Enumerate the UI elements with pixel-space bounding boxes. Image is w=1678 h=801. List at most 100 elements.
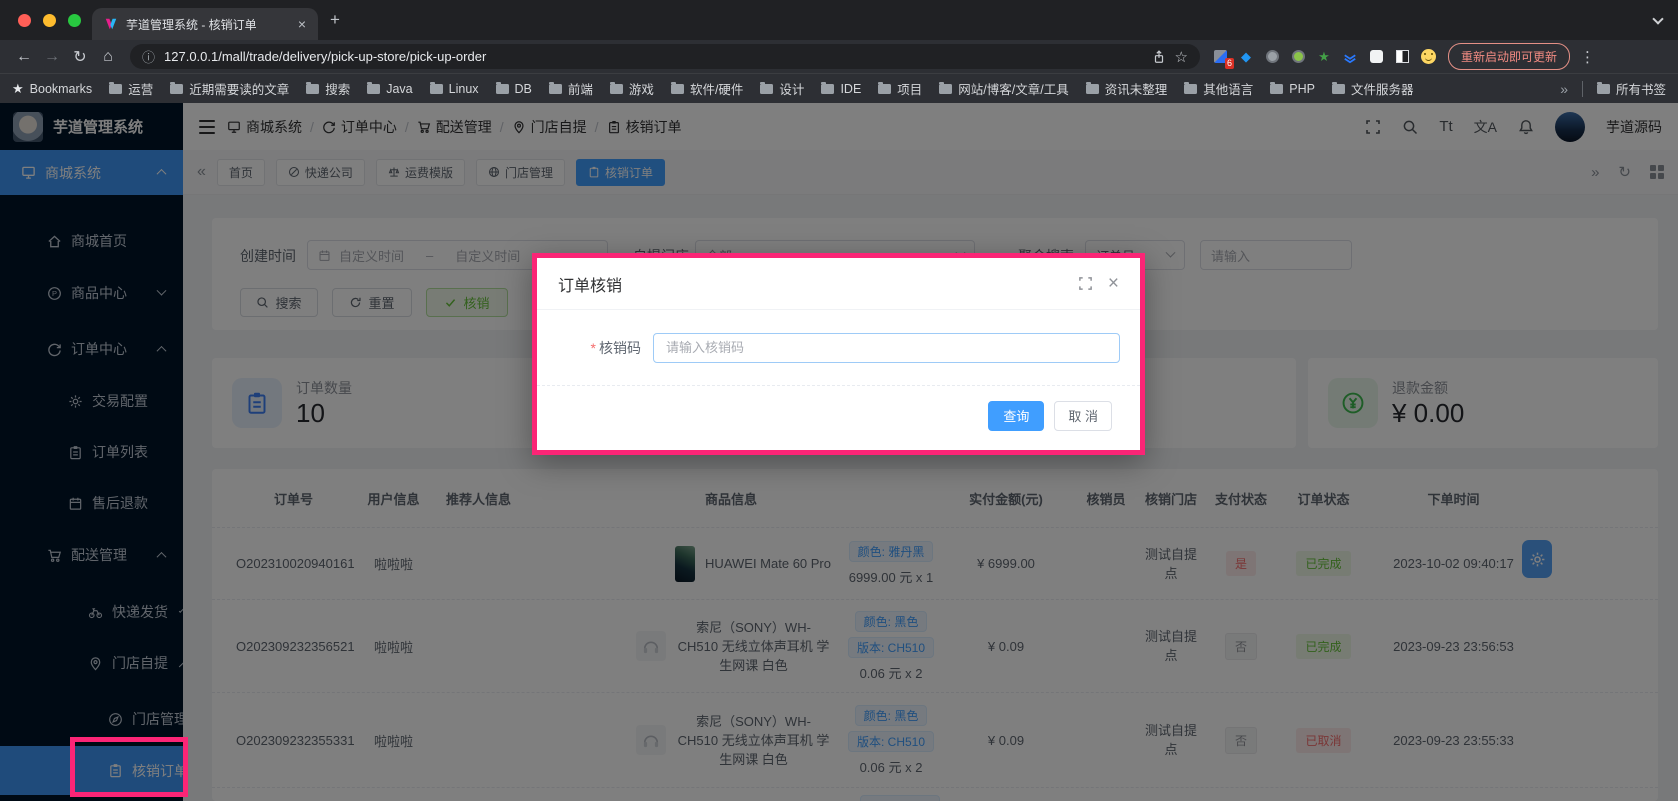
required-asterisk: *	[591, 340, 596, 356]
bookmark-folder[interactable]: 运营	[109, 79, 153, 98]
bookmark-folder[interactable]: 软件/硬件	[671, 79, 743, 98]
bookmark-folder[interactable]: 设计	[760, 79, 804, 98]
dialog-close-icon[interactable]: ×	[1108, 274, 1119, 293]
bookmark-label: DB	[515, 82, 532, 96]
verify-code-input[interactable]	[653, 333, 1120, 363]
window-chevron-icon[interactable]	[1652, 13, 1663, 24]
folder-icon	[610, 84, 623, 94]
field-label-text: 核销码	[599, 340, 641, 356]
bookmark-folder[interactable]: DB	[496, 82, 532, 96]
bookmark-star-icon[interactable]: ☆	[1175, 48, 1188, 66]
extension-icon-green-star[interactable]: ★	[1316, 49, 1332, 65]
folder-icon	[1332, 84, 1345, 94]
extension-icon-gray-circle[interactable]	[1264, 49, 1280, 65]
bookmark-label: PHP	[1289, 82, 1315, 96]
bookmark-folder[interactable]: 网站/博客/文章/工具	[939, 79, 1068, 98]
bookmark-folder[interactable]: 项目	[878, 79, 922, 98]
browser-tab[interactable]: 芋道管理系统 - 核销订单 ×	[92, 8, 318, 40]
close-window-button[interactable]	[18, 14, 31, 27]
all-bookmarks[interactable]: 所有书签	[1597, 79, 1666, 98]
bookmark-label: Bookmarks	[30, 82, 93, 96]
folder-icon	[496, 84, 509, 94]
back-button[interactable]: ←	[10, 48, 38, 66]
extension-badge: 6	[1225, 58, 1234, 69]
bookmark-folder[interactable]: 其他语言	[1184, 79, 1253, 98]
browser-toolbar: ← → ↻ ⌂ ⓘ 127.0.0.1/mall/trade/delivery/…	[0, 40, 1678, 73]
browser-menu-icon[interactable]: ⋮	[1580, 48, 1595, 66]
bookmark-folder[interactable]: IDE	[821, 82, 861, 96]
folder-icon	[367, 84, 380, 94]
minimize-window-button[interactable]	[43, 14, 56, 27]
folder-icon	[671, 84, 684, 94]
bookmark-folder[interactable]: 搜索	[306, 79, 350, 98]
bookmark-label: 网站/博客/文章/工具	[958, 79, 1068, 98]
bookmark-folder[interactable]: PHP	[1270, 82, 1315, 96]
browser-update-button[interactable]: 重新启动即可更新	[1448, 43, 1570, 70]
home-button[interactable]: ⌂	[94, 48, 122, 66]
cancel-button[interactable]: 取 消	[1054, 401, 1112, 431]
bookmark-folder[interactable]: Java	[367, 82, 412, 96]
window-controls[interactable]	[18, 14, 81, 27]
bookmarks-manager[interactable]: ★ Bookmarks	[12, 81, 92, 97]
folder-icon	[430, 84, 443, 94]
extension-icon-puzzle[interactable]	[1368, 49, 1384, 65]
bookmark-label: IDE	[840, 82, 861, 96]
bookmark-folder[interactable]: 资讯未整理	[1086, 79, 1168, 98]
new-tab-button[interactable]: +	[330, 10, 340, 30]
bookmark-label: 文件服务器	[1351, 79, 1414, 98]
verify-code-label: *核销码	[557, 338, 653, 358]
folder-icon	[1184, 84, 1197, 94]
extension-icon-gem[interactable]: ◆	[1238, 49, 1254, 65]
annotation-highlight-box	[70, 737, 188, 797]
divider	[1582, 81, 1583, 97]
bookmark-label: 搜索	[325, 79, 350, 98]
profile-avatar-emoji[interactable]	[1420, 49, 1436, 65]
bookmark-label: 运营	[128, 79, 153, 98]
bookmarks-bar: ★Bookmarks 运营 近期需要读的文章 搜索 Java Linux DB …	[0, 73, 1678, 103]
share-icon[interactable]	[1152, 50, 1166, 64]
bookmark-folder[interactable]: 前端	[549, 79, 593, 98]
site-info-icon[interactable]: ⓘ	[142, 47, 155, 66]
bookmark-label: 资讯未整理	[1105, 79, 1168, 98]
bookmark-folder[interactable]: 近期需要读的文章	[170, 79, 289, 98]
tab-title: 芋道管理系统 - 核销订单	[126, 16, 290, 33]
query-button[interactable]: 查询	[988, 401, 1044, 431]
bookmark-folder[interactable]: Linux	[430, 82, 479, 96]
dialog-fullscreen-icon[interactable]	[1078, 276, 1093, 291]
folder-icon	[1270, 84, 1283, 94]
zoom-window-button[interactable]	[68, 14, 81, 27]
address-bar[interactable]: ⓘ 127.0.0.1/mall/trade/delivery/pick-up-…	[130, 44, 1200, 69]
bookmark-label: 游戏	[629, 79, 654, 98]
extension-icon-frame[interactable]	[1394, 49, 1410, 65]
folder-icon	[1086, 84, 1099, 94]
extensions-cluster: 6 ◆ ★	[1212, 49, 1436, 65]
folder-icon	[1597, 84, 1610, 94]
bookmark-label: Java	[386, 82, 412, 96]
bookmark-label: 其他语言	[1203, 79, 1253, 98]
star-icon: ★	[12, 81, 24, 97]
dialog-title: 订单核销	[558, 272, 622, 296]
folder-icon	[549, 84, 562, 94]
extension-icon-green-circle[interactable]	[1290, 49, 1306, 65]
bookmark-label: 项目	[897, 79, 922, 98]
folder-icon	[939, 84, 952, 94]
dialog-header: 订单核销 ×	[537, 258, 1140, 310]
browser-titlebar: 芋道管理系统 - 核销订单 × +	[0, 0, 1678, 40]
bookmarks-overflow-icon[interactable]: »	[1560, 81, 1568, 97]
reload-button[interactable]: ↻	[66, 47, 94, 67]
folder-icon	[821, 84, 834, 94]
tab-close-icon[interactable]: ×	[298, 16, 306, 32]
bookmark-label: 近期需要读的文章	[189, 79, 289, 98]
bookmark-label: 设计	[779, 79, 804, 98]
bookmark-label: 前端	[568, 79, 593, 98]
dialog-footer: 查询 取 消	[537, 385, 1140, 445]
folder-icon	[170, 84, 183, 94]
extension-icon-grid-badge[interactable]: 6	[1212, 49, 1228, 65]
url-text[interactable]: 127.0.0.1/mall/trade/delivery/pick-up-st…	[164, 49, 1143, 64]
bookmark-label: 软件/硬件	[690, 79, 743, 98]
bookmark-folder[interactable]: 游戏	[610, 79, 654, 98]
extension-icon-layers[interactable]	[1342, 49, 1358, 65]
bookmark-folder[interactable]: 文件服务器	[1332, 79, 1414, 98]
forward-button[interactable]: →	[38, 48, 66, 66]
verify-dialog: 订单核销 × *核销码 查询 取 消	[532, 253, 1145, 455]
